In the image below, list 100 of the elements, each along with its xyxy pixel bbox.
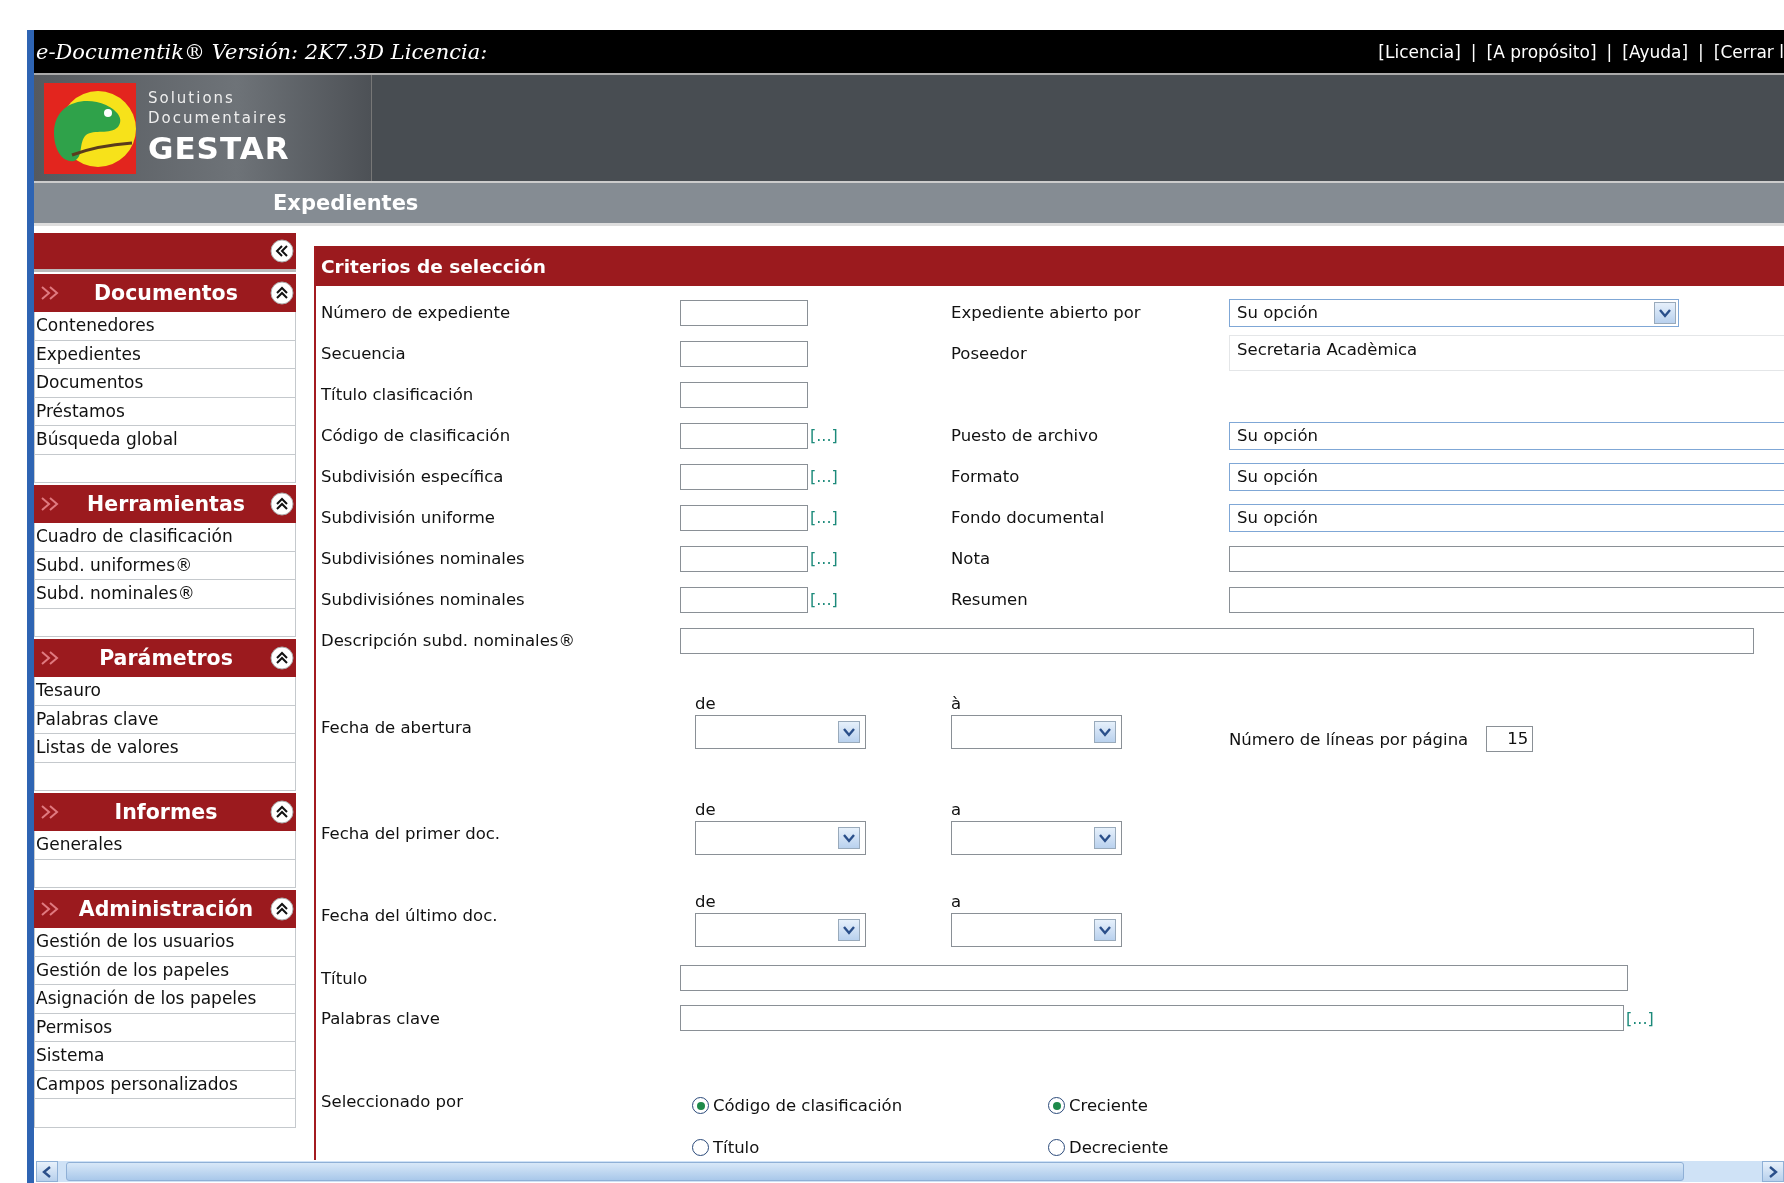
field-label: Número de líneas por página	[1229, 729, 1469, 749]
radio-button[interactable]	[1048, 1097, 1065, 1114]
logo-tagline: Solutions	[148, 88, 236, 108]
sidebar-item[interactable]: Subd. uniformes®	[34, 551, 296, 580]
date-select[interactable]	[951, 821, 1122, 855]
collapse-icon[interactable]	[270, 492, 294, 516]
sidebar-item[interactable]: Documentos	[34, 369, 296, 398]
header-link[interactable]: [Ayuda]	[1622, 41, 1689, 62]
field-label: Secuencia	[321, 344, 407, 363]
caret-icon	[1094, 721, 1116, 743]
lookup-link[interactable]: [...]	[810, 426, 838, 445]
input-field[interactable]	[680, 299, 808, 326]
input-field[interactable]	[680, 381, 808, 408]
sidebar-section-header[interactable]: Parámetros	[34, 639, 296, 677]
sidebar-item[interactable]: Búsqueda global	[34, 426, 296, 455]
sidebar-item[interactable]: Contenedores	[34, 312, 296, 341]
sidebar-item[interactable]: Asignación de los papeles	[34, 985, 296, 1014]
sidebar-item[interactable]: Tesauro	[34, 677, 296, 706]
field-label: Número de expediente	[321, 303, 512, 322]
collapse-icon[interactable]	[270, 800, 294, 824]
input-field[interactable]	[680, 627, 1754, 654]
sidebar-section-header[interactable]: Herramientas	[34, 485, 296, 523]
select-field[interactable]: Su opción	[1229, 462, 1784, 491]
field-label: Subdivisión específica	[321, 467, 505, 486]
caret-icon	[838, 919, 860, 941]
sidebar-item[interactable]: Sistema	[34, 1042, 296, 1071]
logo-tagline: Documentaires	[148, 108, 289, 128]
field-label: Resumen	[951, 590, 1029, 609]
sidebar-section-header[interactable]: Informes	[34, 793, 296, 831]
sidebar-item[interactable]: Campos personalizados	[34, 1070, 296, 1099]
sidebar-item[interactable]: Listas de valores	[34, 734, 296, 763]
select-field[interactable]: Su opción	[1229, 421, 1784, 450]
input-field[interactable]	[680, 463, 808, 490]
select-field[interactable]: Su opción	[1229, 298, 1679, 327]
sidebar-item[interactable]: Cuadro de clasificación	[34, 523, 296, 552]
caret-icon	[1094, 827, 1116, 849]
field-label: Nota	[951, 549, 992, 568]
page-title: Expedientes	[273, 191, 419, 215]
header-link[interactable]: [Licencia]	[1378, 41, 1461, 62]
date-select[interactable]	[951, 715, 1122, 749]
input-field[interactable]	[680, 422, 808, 449]
sidebar-section-header[interactable]: Administración	[34, 890, 296, 928]
lookup-link[interactable]: [...]	[810, 590, 838, 609]
input-field[interactable]	[680, 1005, 1624, 1031]
radio-option[interactable]: Decreciente	[1036, 1138, 1784, 1157]
range-label: a	[951, 892, 963, 911]
collapse-icon[interactable]	[270, 281, 294, 305]
sidebar-item[interactable]: Palabras clave	[34, 705, 296, 734]
lookup-link[interactable]: [...]	[810, 467, 838, 486]
lines-input[interactable]: 15	[1486, 726, 1534, 752]
range-label: a	[951, 800, 963, 819]
radio-button[interactable]	[692, 1139, 709, 1156]
sidebar-item[interactable]: Préstamos	[34, 397, 296, 426]
field-label: Palabras clave	[321, 1008, 441, 1028]
date-select[interactable]	[695, 913, 866, 947]
collapse-sidebar-icon[interactable]	[270, 239, 294, 263]
range-label: de	[695, 800, 717, 819]
scroll-right-button[interactable]	[1762, 1161, 1784, 1182]
sidebar-item[interactable]: Generales	[34, 831, 296, 860]
field-label: Expediente abierto por	[951, 303, 1142, 322]
sidebar-item[interactable]: Expedientes	[34, 340, 296, 369]
app-title: e-Documentik® Versión: 2K7.3D Licencia:	[35, 39, 488, 64]
lookup-link[interactable]: [...]	[810, 508, 838, 527]
range-label: de	[695, 694, 717, 713]
collapse-icon[interactable]	[270, 897, 294, 921]
header-link[interactable]: [A propósito]	[1486, 41, 1597, 62]
sidebar-item[interactable]: Permisos	[34, 1013, 296, 1042]
field-label: Seleccionado por	[321, 1092, 464, 1113]
input-field[interactable]	[680, 340, 808, 367]
sidebar-item[interactable]: Subd. nominales®	[34, 580, 296, 609]
lookup-link[interactable]: [...]	[810, 549, 838, 568]
separator: |	[1698, 41, 1704, 62]
input-field[interactable]	[680, 586, 808, 613]
radio-option[interactable]: Título	[680, 1138, 1036, 1157]
select-field[interactable]: Su opción	[1229, 503, 1784, 532]
input-field[interactable]	[1229, 545, 1784, 572]
input-field[interactable]	[1229, 586, 1784, 613]
input-field[interactable]	[680, 504, 808, 531]
input-field[interactable]	[680, 965, 1628, 991]
radio-option[interactable]: Código de clasificación	[680, 1096, 1036, 1115]
separator: |	[1470, 41, 1477, 62]
date-select[interactable]	[951, 913, 1122, 947]
field-label: Título clasificación	[321, 385, 475, 404]
radio-button[interactable]	[1048, 1139, 1065, 1156]
radio-button[interactable]	[692, 1097, 709, 1114]
sidebar-section-header[interactable]: Documentos	[34, 274, 296, 312]
date-select[interactable]	[695, 715, 866, 749]
field-label: Descripción subd. nominales®	[321, 631, 576, 650]
sidebar-item[interactable]: Gestión de los papeles	[34, 956, 296, 985]
scroll-left-button[interactable]	[36, 1161, 58, 1182]
input-field[interactable]	[680, 545, 808, 572]
header-link[interactable]: [Cerrar l	[1713, 41, 1784, 62]
collapse-icon[interactable]	[270, 646, 294, 670]
date-select[interactable]	[695, 821, 866, 855]
chevron-right-icon	[1768, 1165, 1778, 1178]
field-label: Puesto de archivo	[951, 426, 1100, 445]
radio-option[interactable]: Creciente	[1036, 1096, 1784, 1115]
lookup-link[interactable]: [...]	[1626, 1008, 1654, 1028]
sidebar-item[interactable]: Gestión de los usuarios	[34, 928, 296, 957]
field-label: Formato	[951, 467, 1021, 486]
